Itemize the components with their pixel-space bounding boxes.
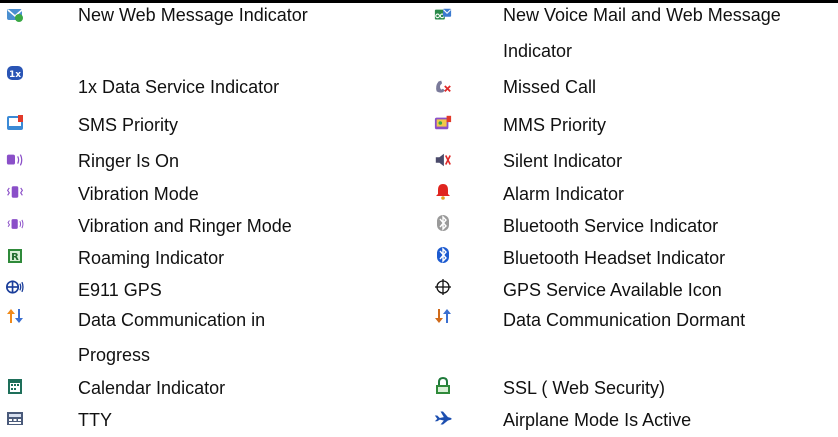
indicator-label: MMS Priority <box>503 115 606 135</box>
svg-text:R: R <box>11 252 19 263</box>
indicator-label: Data Communication Dormant <box>503 310 746 330</box>
indicator-label-line2: Indicator <box>503 41 573 61</box>
tty-icon <box>6 409 24 427</box>
bluetooth-service-icon <box>434 214 452 232</box>
missed-call-icon <box>434 77 452 95</box>
silent-icon <box>434 151 452 169</box>
indicator-label: 1x Data Service Indicator <box>78 77 280 97</box>
indicator-label: Roaming Indicator <box>78 248 225 268</box>
sms-priority-icon <box>6 114 24 132</box>
data-dormant-icon <box>434 307 452 325</box>
indicator-label: SMS Priority <box>78 115 179 135</box>
indicator-label: E911 GPS <box>78 280 162 300</box>
ssl-lock-icon <box>434 377 452 395</box>
vibration-ringer-icon <box>6 215 24 233</box>
e911-gps-icon <box>6 278 24 296</box>
roaming-icon: R <box>6 247 24 265</box>
ringer-on-icon <box>6 151 24 169</box>
indicator-label: Vibration Mode <box>78 184 199 204</box>
indicator-label: TTY <box>78 410 112 430</box>
indicator-label: Silent Indicator <box>503 151 623 171</box>
indicator-label: Alarm Indicator <box>503 184 625 204</box>
indicator-label: Vibration and Ringer Mode <box>78 216 292 236</box>
indicator-label-line2: Progress <box>78 345 151 365</box>
indicator-label: GPS Service Available Icon <box>503 280 722 300</box>
indicator-label: Bluetooth Service Indicator <box>503 216 719 236</box>
indicator-label: Bluetooth Headset Indicator <box>503 248 726 268</box>
web-message-icon <box>6 6 24 24</box>
indicator-label: Missed Call <box>503 77 597 97</box>
indicator-label: New Voice Mail and Web Message <box>503 5 781 25</box>
indicator-label: Ringer Is On <box>78 151 180 171</box>
vibration-icon <box>6 183 24 201</box>
alarm-icon <box>434 182 452 200</box>
voicemail-web-icon <box>434 6 452 24</box>
data-progress-icon <box>6 307 24 325</box>
bluetooth-headset-icon <box>434 246 452 264</box>
mms-priority-icon <box>434 114 452 132</box>
indicator-label: New Web Message Indicator <box>78 5 308 25</box>
1x-data-icon: 1x <box>6 64 24 82</box>
indicator-label: Calendar Indicator <box>78 378 226 398</box>
airplane-icon <box>434 409 452 427</box>
indicator-label: SSL ( Web Security) <box>503 378 666 398</box>
gps-crosshair-icon <box>434 278 452 296</box>
svg-text:1x: 1x <box>9 70 21 80</box>
indicator-label: Data Communication in <box>78 310 266 330</box>
calendar-icon <box>6 377 24 395</box>
indicator-label: Airplane Mode Is Active <box>503 410 692 430</box>
